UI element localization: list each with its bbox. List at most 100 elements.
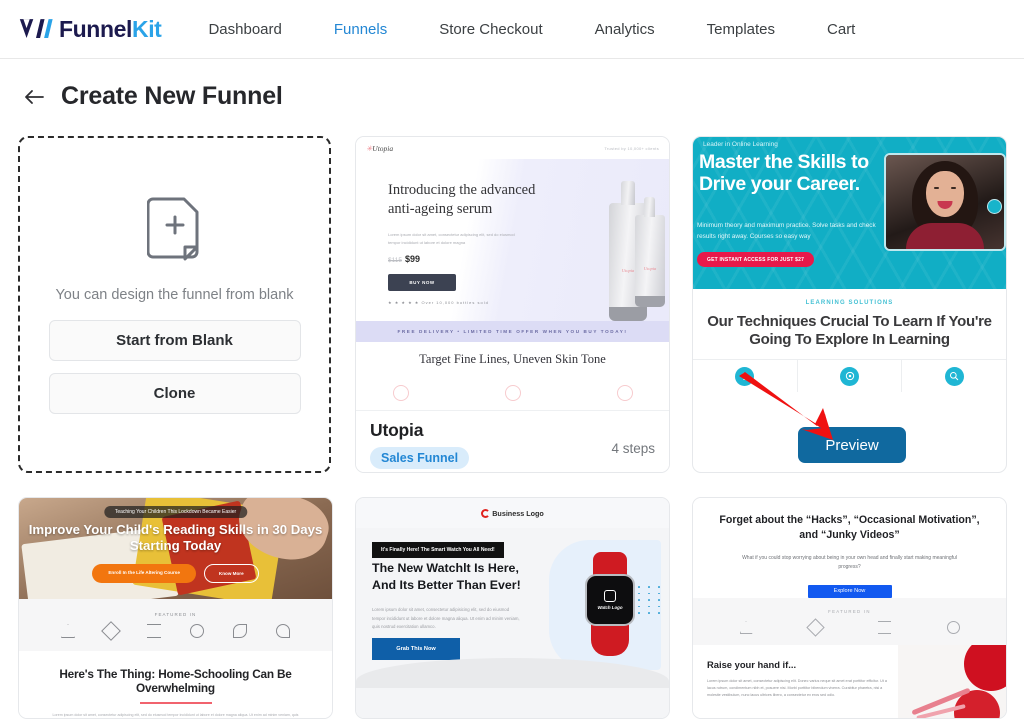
reading-featured-label: FEATURED IN <box>154 612 197 617</box>
template-thumbnail-watch[interactable]: Business Logo It's Finally Here! The Sma… <box>356 498 669 718</box>
nav-item-funnels[interactable]: Funnels <box>334 21 387 38</box>
preview-button[interactable]: Preview <box>798 427 906 463</box>
nav-item-cart[interactable]: Cart <box>827 21 855 38</box>
reading-cta-secondary: Know More <box>203 564 259 583</box>
utopia-thumb-trust: Trusted by 10,000+ clients <box>604 145 659 151</box>
template-card-hacks[interactable]: Forget about the “Hacks”, “Occasional Mo… <box>692 497 1007 719</box>
nav-item-templates[interactable]: Templates <box>707 21 775 38</box>
hacks-thumb-paragraph: What if you could stop worrying about be… <box>742 555 957 570</box>
nav-item-store-checkout[interactable]: Store Checkout <box>439 21 542 38</box>
template-thumbnail-hacks[interactable]: Forget about the “Hacks”, “Occasional Mo… <box>693 498 1006 718</box>
template-footer-utopia: Utopia Sales Funnel 4 steps <box>356 410 669 472</box>
hacks-heading-line1: Forget about the “Hacks”, “Occasional Mo… <box>719 514 980 526</box>
utopia-thumb-hero: Introducing the advanced anti-ageing ser… <box>356 159 669 321</box>
hacks-section-image <box>898 645 1006 718</box>
utopia-thumb-heading: Introducing the advanced anti-ageing ser… <box>388 182 536 218</box>
utopia-thumb-section-heading: Target Fine Lines, Uneven Skin Tone <box>419 351 606 366</box>
portrait-body <box>906 223 984 249</box>
learning-thumb-feature-row <box>693 359 1006 392</box>
hacks-featured-section: FEATURED IN <box>693 598 1006 645</box>
utopia-bottle-label-2: Utopia <box>643 265 657 271</box>
portrait-face <box>926 171 964 217</box>
nav-links: Dashboard Funnels Store Checkout Analyti… <box>208 21 855 38</box>
brand-name: FunnelKit <box>59 15 162 43</box>
utopia-thumb-icon-row <box>392 384 633 401</box>
smartwatch-illustration: Watch Logo <box>581 552 639 656</box>
blank-funnel-card[interactable]: You can design the funnel from blank Sta… <box>18 136 331 473</box>
benefit-icon <box>616 384 633 401</box>
learning-thumb-heading: Master the Skills to Drive your Career. <box>699 151 869 196</box>
learning-heading-line2: Drive your Career. <box>699 172 860 195</box>
page-title: Create New Funnel <box>61 82 283 110</box>
heading-underline <box>139 702 212 704</box>
feature-cell <box>693 360 798 392</box>
learning-section-line1: Our Techniques Crucial To Learn If You'r… <box>707 312 992 330</box>
template-thumbnail-reading[interactable]: Teaching Your Children This Lockdown Bec… <box>19 498 332 718</box>
watch-thumb-tag: It's Finally Here! The Smart Watch You A… <box>372 542 504 558</box>
hacks-thumb-section: Raise your hand if... Lorem ipsum dolor … <box>693 645 1006 718</box>
template-thumbnail-utopia[interactable]: ✳Utopia Trusted by 10,000+ clients Intro… <box>356 137 669 410</box>
brand-name-part1: Funnel <box>59 15 132 42</box>
funnelkit-logo-icon <box>19 19 53 38</box>
reading-thumb-pill: Teaching Your Children This Lockdown Bec… <box>103 506 248 518</box>
hacks-featured-label: FEATURED IN <box>828 609 871 614</box>
reading-logo-row <box>61 621 290 641</box>
benefit-icon <box>392 384 409 401</box>
feature-cell <box>798 360 903 392</box>
start-from-blank-button[interactable]: Start from Blank <box>48 320 301 361</box>
clone-button[interactable]: Clone <box>48 373 301 414</box>
learning-heading-line1: Master the Skills to <box>699 151 869 173</box>
learning-thumb-cta: GET INSTANT ACCESS FOR JUST $27 <box>697 252 815 267</box>
utopia-thumb-section: Target Fine Lines, Uneven Skin Tone <box>356 342 669 410</box>
template-card-utopia[interactable]: ✳Utopia Trusted by 10,000+ clients Intro… <box>355 136 670 473</box>
template-thumbnail-learning[interactable]: Leader in Online Learning Master the Ski… <box>693 137 1006 410</box>
reading-cta-primary: Enroll In the Life Altering Course <box>92 564 196 583</box>
watch-app-icon <box>604 590 616 602</box>
hacks-thumb-heading: Forget about the “Hacks”, “Occasional Mo… <box>705 513 995 543</box>
watch-heading-line2: And Its Better Than Ever! <box>372 577 521 592</box>
learning-thumb-kicker: Leader in Online Learning <box>703 141 778 148</box>
nav-item-dashboard[interactable]: Dashboard <box>208 21 281 38</box>
partner-logo-icon <box>101 621 121 641</box>
nav-item-analytics[interactable]: Analytics <box>595 21 655 38</box>
lightbulb-icon <box>735 366 755 386</box>
template-step-count: 4 steps <box>611 441 655 456</box>
partner-logo-icon <box>147 624 161 638</box>
reading-thumb-section: Here's The Thing: Home-Schooling Can Be … <box>19 651 332 718</box>
partner-logo-icon <box>233 624 247 638</box>
page-header: Create New Funnel <box>0 59 1024 134</box>
utopia-thumb-price: $115 $99 <box>388 254 421 264</box>
utopia-thumb-topbar: ✳Utopia Trusted by 10,000+ clients <box>356 137 669 159</box>
partner-logo-icon <box>61 624 75 638</box>
business-logo-icon <box>481 508 491 518</box>
create-new-funnel-page: FunnelKit Dashboard Funnels Store Checko… <box>0 0 1024 719</box>
hacks-logo-row <box>739 618 960 637</box>
back-arrow-icon[interactable] <box>21 83 49 111</box>
hacks-heading-line2: and “Junky Videos” <box>799 529 900 542</box>
benefit-icon <box>504 384 521 401</box>
watch-thumb-paragraph: Lorem ipsum dolor sit amet, consectetur … <box>372 607 520 630</box>
learning-thumb-hero: Leader in Online Learning Master the Ski… <box>693 137 1006 289</box>
watch-screen-label: Watch Logo <box>597 605 623 610</box>
template-card-learning[interactable]: Leader in Online Learning Master the Ski… <box>692 136 1007 473</box>
decor-dots <box>638 586 663 614</box>
partner-logo-icon <box>276 624 290 638</box>
partner-logo-icon <box>877 621 891 634</box>
utopia-thumb-logo: ✳Utopia <box>366 143 394 153</box>
reading-thumb-cta-row: Enroll In the Life Altering Course Know … <box>19 564 332 583</box>
watch-thumb-body: It's Finally Here! The Smart Watch You A… <box>356 528 669 688</box>
hacks-thumb-hero: Forget about the “Hacks”, “Occasional Mo… <box>693 498 1006 598</box>
hacks-section-paragraph: Lorem ipsum dolor sit amet, consectetur … <box>707 679 887 698</box>
target-icon <box>840 366 859 386</box>
learning-section-line2: Going To Explore In Learning <box>749 330 950 348</box>
top-navigation-bar: FunnelKit Dashboard Funnels Store Checko… <box>0 0 1024 59</box>
feature-cell <box>902 360 1006 392</box>
utopia-thumb-banner: FREE DELIVERY • LIMITED TIME OFFER WHEN … <box>356 321 669 342</box>
utopia-thumb-paragraph: Lorem ipsum dolor sit amet, consectetur … <box>388 232 515 245</box>
reading-thumb-hero: Teaching Your Children This Lockdown Bec… <box>19 498 332 599</box>
learning-thumb-section: LEARNING SOLUTIONS Our Techniques Crucia… <box>693 289 1006 359</box>
template-card-reading[interactable]: Teaching Your Children This Lockdown Bec… <box>18 497 333 719</box>
brand-logo[interactable]: FunnelKit <box>18 15 162 43</box>
partner-logo-icon <box>946 621 960 634</box>
template-card-watch[interactable]: Business Logo It's Finally Here! The Sma… <box>355 497 670 719</box>
